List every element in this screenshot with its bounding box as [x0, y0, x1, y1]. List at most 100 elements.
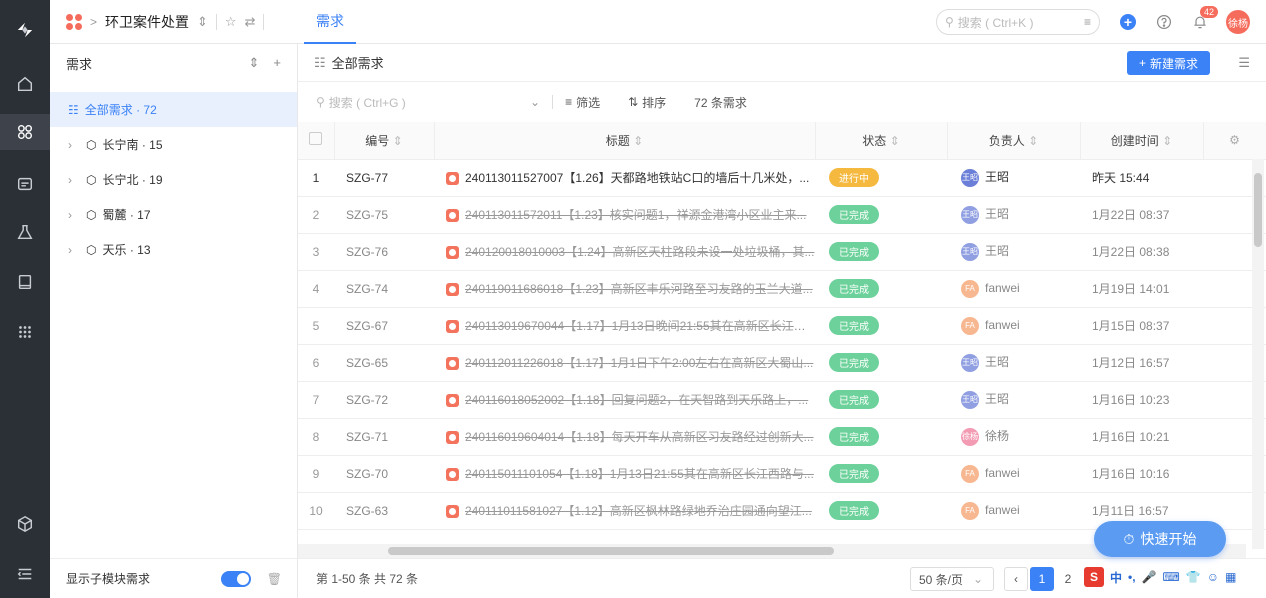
- chevron-right-icon[interactable]: ›: [68, 208, 80, 222]
- table-row[interactable]: 1 SZG-77 240113011527007【1.26】天都路地铁站C口的墙后十…: [298, 159, 1266, 197]
- column-header-created[interactable]: 创建时间 ⇕: [1080, 122, 1204, 160]
- owner-cell[interactable]: FA fanwei: [947, 492, 1080, 530]
- owner-cell[interactable]: FA fanwei: [947, 307, 1080, 345]
- requirement-id[interactable]: SZG-74: [334, 270, 434, 308]
- new-requirement-button[interactable]: + 新建需求: [1126, 51, 1210, 75]
- requirement-title[interactable]: 240115011101054【1.18】1月13日21:55其在高新区长江西路…: [434, 455, 815, 493]
- home-icon[interactable]: [0, 66, 50, 102]
- tab-requirements[interactable]: 需求: [304, 0, 356, 44]
- product-cube-icon[interactable]: [0, 506, 50, 542]
- mic-icon[interactable]: 🎤: [1142, 570, 1157, 584]
- column-header-owner[interactable]: 负责人 ⇕: [947, 122, 1081, 160]
- status-cell[interactable]: 已完成: [815, 196, 947, 234]
- global-search-input[interactable]: ⚲ 搜索 ( Ctrl+K ) ≡: [936, 9, 1100, 35]
- requirement-title[interactable]: 240119011686018【1.23】高新区丰乐河路至习友路的玉兰大道...: [434, 270, 815, 308]
- filter-icon[interactable]: ≡: [1084, 15, 1091, 29]
- apps-grid-icon[interactable]: [0, 314, 50, 350]
- ime-mode-icon[interactable]: 中: [1110, 569, 1122, 586]
- owner-cell[interactable]: 王昭 王昭: [947, 196, 1080, 234]
- table-row[interactable]: 7 SZG-72 240116018052002【1.18】回复问题2，在天智路到天…: [298, 381, 1266, 419]
- project-name[interactable]: 环卫案件处置: [105, 12, 189, 32]
- workspace-icon[interactable]: [0, 114, 50, 150]
- status-cell[interactable]: 进行中: [815, 159, 947, 197]
- chevron-right-icon[interactable]: ›: [68, 138, 80, 152]
- prev-page-button[interactable]: ‹: [1004, 567, 1028, 591]
- requirement-title[interactable]: 240111011581027【1.12】高新区枫林路绿地乔治庄园通向望江...: [434, 492, 815, 530]
- status-cell[interactable]: 已完成: [815, 270, 947, 308]
- status-cell[interactable]: 已完成: [815, 233, 947, 271]
- test-flask-icon[interactable]: [0, 214, 50, 250]
- requirement-id[interactable]: SZG-67: [334, 307, 434, 345]
- requirement-id[interactable]: SZG-75: [334, 196, 434, 234]
- keyboard-icon[interactable]: ⌨: [1163, 570, 1180, 584]
- sort-button[interactable]: ⇅ 排序: [628, 94, 666, 111]
- view-list-icon[interactable]: ☰: [1238, 55, 1250, 71]
- requirement-title[interactable]: 240113019670044【1.17】1月13日晚间21:55其在高新区长江…: [434, 307, 815, 345]
- chevron-right-icon[interactable]: ›: [68, 243, 80, 257]
- sidebar-item-module[interactable]: › ⬡ 长宁南 · 15: [50, 127, 297, 162]
- filter-button[interactable]: ≡ 筛选: [565, 94, 600, 111]
- quick-start-button[interactable]: ⏱ 快速开始: [1094, 521, 1226, 557]
- add-module-icon[interactable]: +: [273, 55, 281, 71]
- sidebar-item-module[interactable]: › ⬡ 蜀麓 · 17: [50, 197, 297, 232]
- owner-cell[interactable]: 王昭 王昭: [947, 233, 1080, 271]
- requirement-id[interactable]: SZG-77: [334, 159, 434, 197]
- table-row[interactable]: 8 SZG-71 240116019604014【1.18】每天开车从高新区习友路经…: [298, 418, 1266, 456]
- requirement-title[interactable]: 240116019604014【1.18】每天开车从高新区习友路经过创新大...: [434, 418, 815, 456]
- owner-cell[interactable]: 王昭 王昭: [947, 381, 1080, 419]
- requirement-id[interactable]: SZG-65: [334, 344, 434, 382]
- skin-icon[interactable]: 👕: [1186, 570, 1201, 584]
- table-row[interactable]: 4 SZG-74 240119011686018【1.23】高新区丰乐河路至习友路的…: [298, 270, 1266, 308]
- bell-icon[interactable]: 42: [1190, 6, 1218, 32]
- swap-icon[interactable]: ⇄: [245, 14, 256, 30]
- sogou-logo-icon[interactable]: S: [1084, 567, 1104, 587]
- requirement-title[interactable]: 240113011527007【1.26】天都路地铁站C口的墙后十几米处，...: [434, 159, 815, 197]
- chevron-right-icon[interactable]: ›: [68, 173, 80, 187]
- table-row[interactable]: 2 SZG-75 240113011572011【1.23】核实问题1，祥源金港湾小…: [298, 196, 1266, 234]
- requirement-id[interactable]: SZG-76: [334, 233, 434, 271]
- requirement-title[interactable]: 240120018010003【1.24】高新区天柱路段未设一处垃圾桶，其...: [434, 233, 815, 271]
- page-size-select[interactable]: 50 条/页 ⌄: [910, 567, 994, 591]
- ime-punct-icon[interactable]: •,: [1128, 570, 1136, 584]
- emoji-icon[interactable]: ☺: [1207, 570, 1219, 584]
- table-row[interactable]: 9 SZG-70 240115011101054【1.18】1月13日21:55其在…: [298, 455, 1266, 493]
- search-input[interactable]: ⚲ 搜索 ( Ctrl+G ): [316, 94, 516, 111]
- help-icon[interactable]: [1154, 12, 1174, 32]
- requirement-id[interactable]: SZG-72: [334, 381, 434, 419]
- owner-cell[interactable]: 徐杨 徐杨: [947, 418, 1080, 456]
- column-header-status[interactable]: 状态 ⇕: [815, 122, 948, 160]
- status-cell[interactable]: 已完成: [815, 344, 947, 382]
- app-logo-icon[interactable]: [0, 12, 50, 48]
- wiki-book-icon[interactable]: [0, 264, 50, 300]
- select-all-checkbox[interactable]: [298, 122, 335, 160]
- status-cell[interactable]: 已完成: [815, 455, 947, 493]
- table-row[interactable]: 5 SZG-67 240113019670044【1.17】1月13日晚间21:55…: [298, 307, 1266, 345]
- requirement-id[interactable]: SZG-70: [334, 455, 434, 493]
- sidebar-item-module[interactable]: › ⬡ 长宁北 · 19: [50, 162, 297, 197]
- page-2-button[interactable]: 2: [1056, 567, 1080, 591]
- user-avatar[interactable]: 徐杨: [1226, 10, 1250, 34]
- show-submodule-toggle[interactable]: [220, 570, 251, 587]
- requirement-id[interactable]: SZG-71: [334, 418, 434, 456]
- column-header-id[interactable]: 编号 ⇕: [334, 122, 435, 160]
- status-cell[interactable]: 已完成: [815, 418, 947, 456]
- page-1-button[interactable]: 1: [1030, 567, 1054, 591]
- requirement-id[interactable]: SZG-63: [334, 492, 434, 530]
- project-switch-icon[interactable]: ⇕: [197, 14, 208, 30]
- star-icon[interactable]: ☆: [225, 14, 237, 30]
- table-row[interactable]: 3 SZG-76 240120018010003【1.24】高新区天柱路段未设一处垃…: [298, 233, 1266, 271]
- owner-cell[interactable]: 王昭 王昭: [947, 159, 1080, 197]
- collapse-menu-icon[interactable]: [0, 556, 50, 592]
- column-settings-icon[interactable]: ⚙: [1203, 122, 1266, 160]
- sidebar-item-module[interactable]: › ⬡ 天乐 · 13: [50, 232, 297, 267]
- toolbox-icon[interactable]: ▦: [1225, 570, 1236, 584]
- vertical-scrollbar[interactable]: [1252, 159, 1264, 549]
- owner-cell[interactable]: 王昭 王昭: [947, 344, 1080, 382]
- status-cell[interactable]: 已完成: [815, 381, 947, 419]
- chevron-down-icon[interactable]: ⌄: [530, 95, 540, 109]
- owner-cell[interactable]: FA fanwei: [947, 270, 1080, 308]
- requirement-title[interactable]: 240116018052002【1.18】回复问题2，在天智路到天乐路上，...: [434, 381, 815, 419]
- column-header-title[interactable]: 标题 ⇕: [434, 122, 816, 160]
- sidebar-item-all[interactable]: ☷ 全部需求 · 72: [50, 92, 297, 127]
- sort-updown-icon[interactable]: ⇕: [249, 55, 260, 71]
